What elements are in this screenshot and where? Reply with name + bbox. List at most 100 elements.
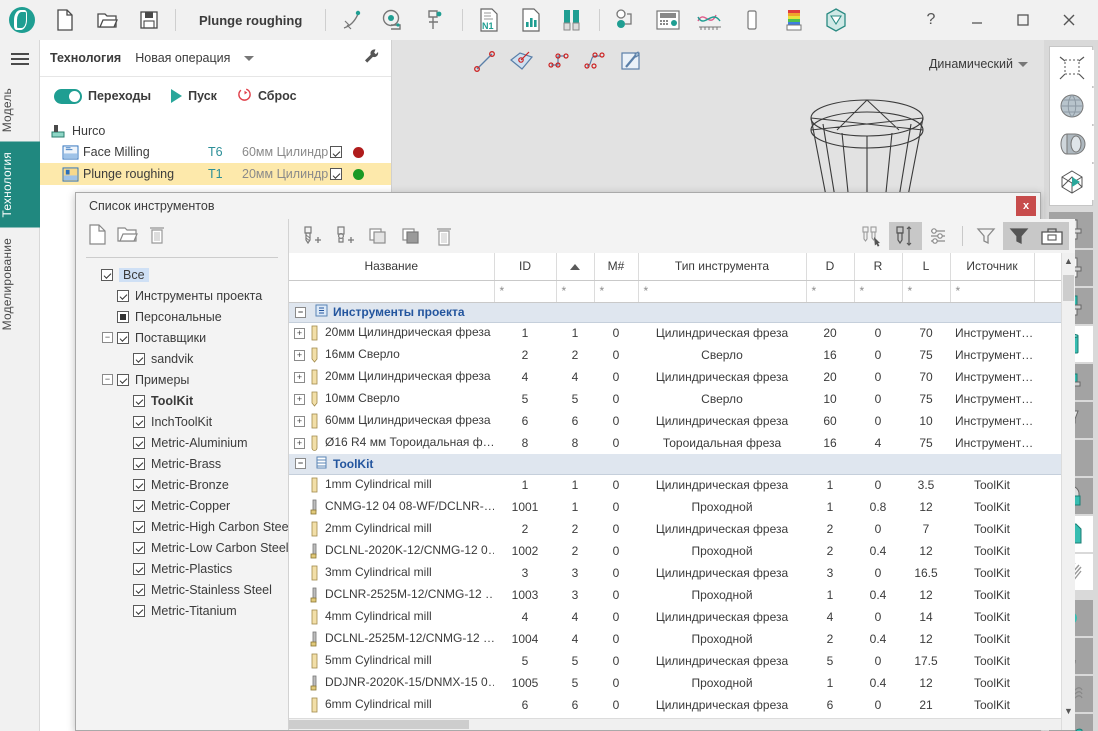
- tools-icon[interactable]: [552, 0, 594, 40]
- column-filter-input[interactable]: [289, 280, 494, 302]
- nc-program-icon[interactable]: N1: [468, 0, 510, 40]
- app-logo[interactable]: [0, 0, 44, 40]
- reset-button[interactable]: Сброс: [237, 87, 297, 105]
- delete-library-icon[interactable]: [148, 225, 166, 248]
- tree-node-checkbox[interactable]: [133, 521, 145, 533]
- tree-node-checkbox[interactable]: [117, 332, 129, 344]
- view-mode-dropdown[interactable]: Динамический: [929, 57, 1028, 71]
- column-filter-input[interactable]: *: [594, 280, 638, 302]
- operation-checkbox[interactable]: [330, 146, 342, 158]
- table-row[interactable]: DCLNL-2525M-12/CNMG-12 …100440Проходной2…: [289, 628, 1074, 650]
- tool-dimensions-icon[interactable]: [889, 222, 922, 250]
- row-expander-icon[interactable]: +: [294, 416, 305, 427]
- tab-simulation[interactable]: Моделирование: [0, 228, 40, 340]
- add-mill-tool-icon[interactable]: [295, 222, 328, 250]
- dialog-close-button[interactable]: x: [1016, 196, 1036, 216]
- tree-node-checkbox[interactable]: [117, 374, 129, 386]
- tab-model[interactable]: Модель: [0, 78, 40, 142]
- table-horizontal-scrollbar[interactable]: [289, 718, 1061, 730]
- tree-node-checkbox[interactable]: [133, 416, 145, 428]
- library-tree-node[interactable]: Инструменты проекта: [86, 285, 280, 306]
- table-row[interactable]: 2mm Cylindrical mill220Цилиндрическая фр…: [289, 518, 1074, 540]
- open-folder-icon[interactable]: [86, 0, 128, 40]
- tree-node-checkbox[interactable]: [117, 311, 129, 323]
- library-tree-node[interactable]: sandvik: [86, 348, 280, 369]
- group-expander-icon[interactable]: −: [295, 307, 306, 318]
- library-tree-node[interactable]: Все: [86, 264, 280, 285]
- table-row[interactable]: 4mm Cylindrical mill440Цилиндрическая фр…: [289, 606, 1074, 628]
- table-row[interactable]: 6mm Cylindrical mill660Цилиндрическая фр…: [289, 694, 1074, 716]
- magnet-probe-icon[interactable]: [331, 0, 373, 40]
- tree-node-checkbox[interactable]: [133, 563, 145, 575]
- row-expander-icon[interactable]: +: [294, 438, 305, 449]
- close-button[interactable]: [1046, 0, 1092, 40]
- library-tree-node[interactable]: Metric-Brass: [86, 453, 280, 474]
- column-filter-input[interactable]: *: [854, 280, 902, 302]
- machine-root-node[interactable]: Hurco: [40, 121, 391, 141]
- table-column-header[interactable]: L: [902, 253, 950, 280]
- settings-wrench-icon[interactable]: [363, 48, 381, 69]
- table-group-row[interactable]: −ToolKit: [289, 454, 1074, 474]
- row-expander-icon[interactable]: +: [294, 328, 305, 339]
- feed-graph-icon[interactable]: [689, 0, 731, 40]
- library-tree-node[interactable]: −Поставщики: [86, 327, 280, 348]
- table-row[interactable]: DDJNR-2020K-15/DNMX-15 0…100550Проходной…: [289, 672, 1074, 694]
- simulation-cube-icon[interactable]: [815, 0, 857, 40]
- table-row[interactable]: +20мм Цилиндрическая фреза440Цилиндричес…: [289, 366, 1074, 388]
- curve-points-icon[interactable]: [582, 49, 608, 76]
- control-panel-icon[interactable]: [647, 0, 689, 40]
- tree-node-checkbox[interactable]: [133, 479, 145, 491]
- box-sketch-icon[interactable]: [618, 48, 644, 77]
- column-filter-input[interactable]: *: [556, 280, 594, 302]
- library-tree-node[interactable]: Metric-Aluminium: [86, 432, 280, 453]
- scroll-down-arrow[interactable]: ▼: [1062, 703, 1076, 718]
- table-row[interactable]: DCLNR-2525M-12/CNMG-12 …100330Проходной1…: [289, 584, 1074, 606]
- toggle-switch-icon[interactable]: [54, 89, 82, 104]
- library-tree-node[interactable]: Персональные: [86, 306, 280, 327]
- table-column-header[interactable]: D: [806, 253, 854, 280]
- delete-icon[interactable]: [427, 222, 460, 250]
- new-operation-select[interactable]: Новая операция: [135, 51, 230, 65]
- select-tool-icon[interactable]: [856, 222, 889, 250]
- table-row[interactable]: 3mm Cylindrical mill330Цилиндрическая фр…: [289, 562, 1074, 584]
- post-processor-icon[interactable]: [731, 0, 773, 40]
- column-filter-input[interactable]: *: [638, 280, 806, 302]
- tree-node-checkbox[interactable]: [133, 605, 145, 617]
- table-row[interactable]: +10мм Сверло550Сверло10075Инструмент…: [289, 388, 1074, 410]
- wireframe-box-icon[interactable]: [1050, 164, 1094, 200]
- menu-hamburger-icon[interactable]: [0, 40, 39, 78]
- tree-node-checkbox[interactable]: [133, 584, 145, 596]
- tree-node-checkbox[interactable]: [133, 395, 145, 407]
- table-column-header[interactable]: Тип инструмента: [638, 253, 806, 280]
- point-chain-icon[interactable]: [546, 49, 572, 76]
- filter-active-icon[interactable]: [1003, 222, 1036, 250]
- table-vertical-scrollbar[interactable]: ▲ ▼: [1061, 253, 1075, 730]
- solid-shade-icon[interactable]: [1050, 126, 1094, 162]
- operation-row-face-milling[interactable]: Face Milling T6 60мм Цилиндр: [40, 141, 391, 163]
- library-tree-node[interactable]: Metric-Low Carbon Steel: [86, 537, 280, 558]
- row-expander-icon[interactable]: +: [294, 394, 305, 405]
- table-column-header[interactable]: Название: [289, 253, 494, 280]
- table-row[interactable]: DCLNL-2020K-12/CNMG-12 0…100220Проходной…: [289, 540, 1074, 562]
- open-library-icon[interactable]: [117, 225, 138, 247]
- new-file-icon[interactable]: [44, 0, 86, 40]
- surface-point-icon[interactable]: [508, 48, 536, 77]
- caliper-icon[interactable]: [415, 0, 457, 40]
- scroll-up-arrow[interactable]: ▲: [1062, 253, 1076, 268]
- library-tree-node[interactable]: Metric-Plastics: [86, 558, 280, 579]
- new-library-icon[interactable]: [88, 224, 107, 248]
- group-expander-icon[interactable]: −: [295, 458, 306, 469]
- help-button[interactable]: ?: [908, 0, 954, 40]
- globe-shade-icon[interactable]: [1050, 88, 1094, 124]
- tab-technology[interactable]: Технология: [0, 142, 40, 228]
- transitions-toggle[interactable]: Переходы: [54, 89, 151, 104]
- filter-empty-icon[interactable]: [970, 222, 1003, 250]
- measure-reel-icon[interactable]: [373, 0, 415, 40]
- tree-node-checkbox[interactable]: [101, 269, 113, 281]
- tree-node-checkbox[interactable]: [117, 290, 129, 302]
- column-filter-input[interactable]: *: [806, 280, 854, 302]
- library-tree-node[interactable]: InchToolKit: [86, 411, 280, 432]
- tool-params-icon[interactable]: [922, 222, 955, 250]
- scroll-thumb-h[interactable]: [289, 720, 469, 729]
- color-bar-icon[interactable]: [773, 0, 815, 40]
